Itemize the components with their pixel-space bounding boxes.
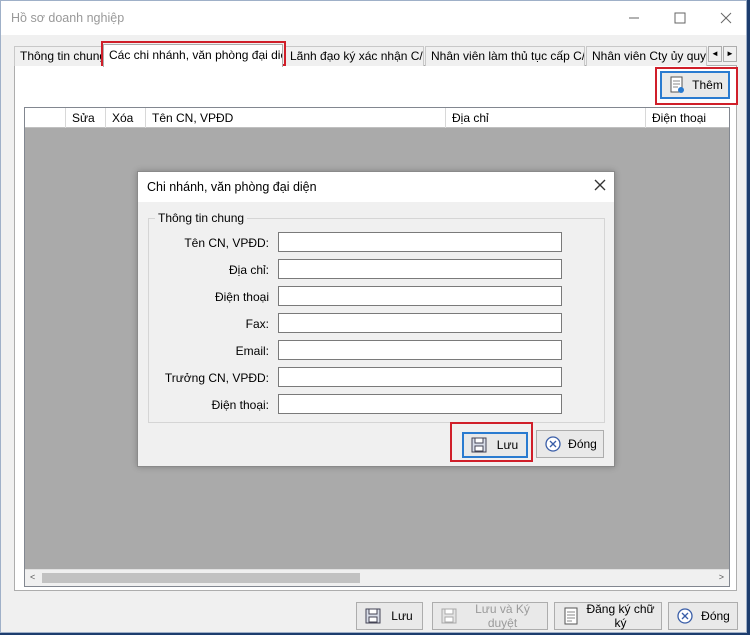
column-header-phone[interactable]: Điện thoại [646,108,731,128]
branch-dialog: Chi nhánh, văn phòng đại diện Thông tin … [137,171,615,467]
register-signature-button[interactable]: Đăng ký chữ ký [554,602,662,630]
branch-head-label: Trưởng CN, VPĐD: [164,371,269,385]
column-header-edit[interactable]: Sửa [66,108,106,128]
scroll-thumb[interactable] [42,573,360,583]
tab-general-info[interactable]: Thông tin chung [14,46,102,66]
head-phone-label: Điện thoại: [211,398,269,412]
dialog-title: Chi nhánh, văn phòng đại diện [147,180,317,194]
scroll-right-icon[interactable]: > [719,572,724,582]
branch-head-input[interactable] [278,367,562,387]
add-document-icon [668,76,686,94]
tab-strip: Thông tin chung Các chi nhánh, văn phòng… [14,44,737,67]
branch-name-input[interactable] [278,232,562,252]
title-bar: Hồ sơ doanh nghiệp [1,1,746,35]
cancel-circle-icon [676,607,694,625]
tab-branches[interactable]: Các chi nhánh, văn phòng đại diện [103,44,283,67]
dialog-title-bar: Chi nhánh, văn phòng đại diện [138,172,614,202]
save-icon [364,607,382,625]
horizontal-scrollbar[interactable]: < > [25,569,729,586]
column-header-delete[interactable]: Xóa [106,108,146,128]
column-header-address[interactable]: Địa chỉ [446,108,646,128]
cancel-circle-icon [544,435,562,453]
footer-save-label: Lưu [391,609,413,623]
footer-save-button[interactable]: Lưu [356,602,423,630]
group-title: Thông tin chung [155,211,248,225]
tab-co-approvers[interactable]: Lãnh đạo ký xác nhận C/O [284,46,424,66]
tab-scroll-left-icon[interactable]: ◄ [708,46,722,62]
tab-co-staff[interactable]: Nhân viên làm thủ tục cấp C/O [425,46,585,66]
dialog-save-label: Lưu [496,438,519,452]
dialog-close-label: Đóng [568,437,597,451]
register-signature-label: Đăng ký chữ ký [586,602,655,630]
head-phone-input[interactable] [278,394,562,414]
footer-close-button[interactable]: Đóng [668,602,738,630]
tab-label: Nhân viên làm thủ tục cấp C/O [431,49,585,63]
tab-authorized-staff[interactable]: Nhân viên Cty ủy quyền [586,46,707,66]
dialog-close-button[interactable]: Đóng [536,430,604,458]
fax-label: Fax: [245,317,269,331]
save-and-approve-label: Lưu và Ký duyệt [475,602,530,630]
tab-scroll-right-icon[interactable]: ► [723,46,737,62]
save-icon [470,436,488,454]
tab-label: Các chi nhánh, văn phòng đại diện [109,48,283,62]
branch-name-label: Tên CN, VPĐD: [184,236,269,250]
dialog-close-icon[interactable] [594,178,606,195]
phone-label: Điện thoại [214,290,269,304]
window-title: Hồ sơ doanh nghiệp [11,11,125,25]
grid-header: Sửa Xóa Tên CN, VPĐD Địa chỉ Điện thoại [25,108,729,128]
save-and-approve-button[interactable]: Lưu và Ký duyệt [432,602,548,630]
add-button[interactable]: Thêm [660,71,730,99]
general-info-group: Thông tin chung Tên CN, VPĐD: Địa chỉ: Đ… [148,211,605,423]
minimize-icon[interactable] [611,1,657,35]
phone-input[interactable] [278,286,562,306]
close-icon[interactable] [703,1,749,35]
scroll-left-icon[interactable]: < [30,572,35,582]
address-input[interactable] [278,259,562,279]
add-button-label: Thêm [692,78,723,92]
email-label: Email: [235,344,269,358]
dialog-save-button[interactable]: Lưu [462,432,528,458]
fax-input[interactable] [278,313,562,333]
email-input[interactable] [278,340,562,360]
address-label: Địa chỉ: [228,263,269,277]
document-icon [562,607,580,625]
column-header-branch-name[interactable]: Tên CN, VPĐD [146,108,446,128]
footer-close-label: Đóng [701,609,730,623]
tab-label: Nhân viên Cty ủy quyền [592,49,707,63]
main-window: Hồ sơ doanh nghiệp Thông tin chung Các c… [0,0,747,633]
maximize-icon[interactable] [657,1,703,35]
save-icon [440,607,458,625]
column-header-row-selector [25,108,66,128]
tab-label: Lãnh đạo ký xác nhận C/O [290,49,424,63]
tab-label: Thông tin chung [20,49,102,63]
